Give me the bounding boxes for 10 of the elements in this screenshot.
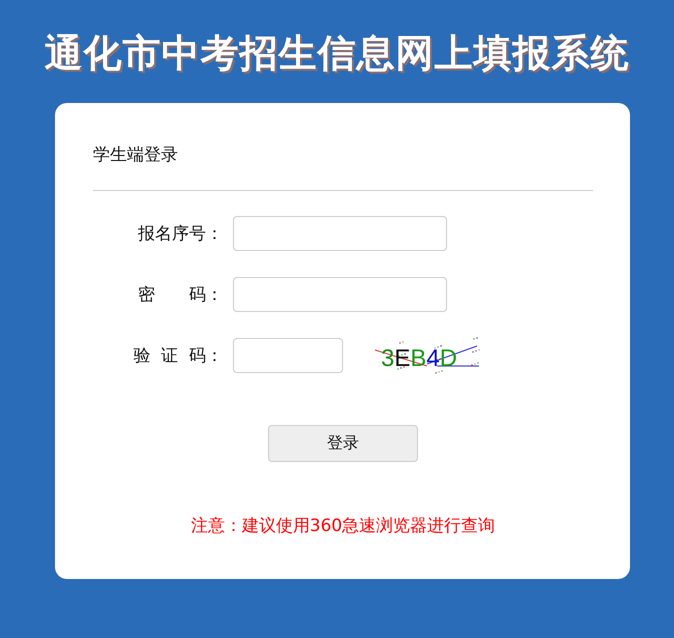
card-heading: 学生端登录 — [93, 144, 179, 167]
input-field[interactable] — [233, 216, 447, 251]
notice-text: 注意：建议使用360急速浏览器进行查询 — [190, 515, 496, 537]
page-title: 通化市中考招生信息网上填报系统 — [44, 30, 630, 77]
field-label: 报名序号： — [137, 223, 224, 245]
captcha-field[interactable] — [233, 338, 343, 373]
field-label: 验 证 码： — [132, 345, 224, 367]
field-label: 密 码： — [137, 284, 224, 306]
login-button[interactable]: 登录 — [268, 425, 418, 462]
password-field[interactable] — [233, 277, 447, 312]
